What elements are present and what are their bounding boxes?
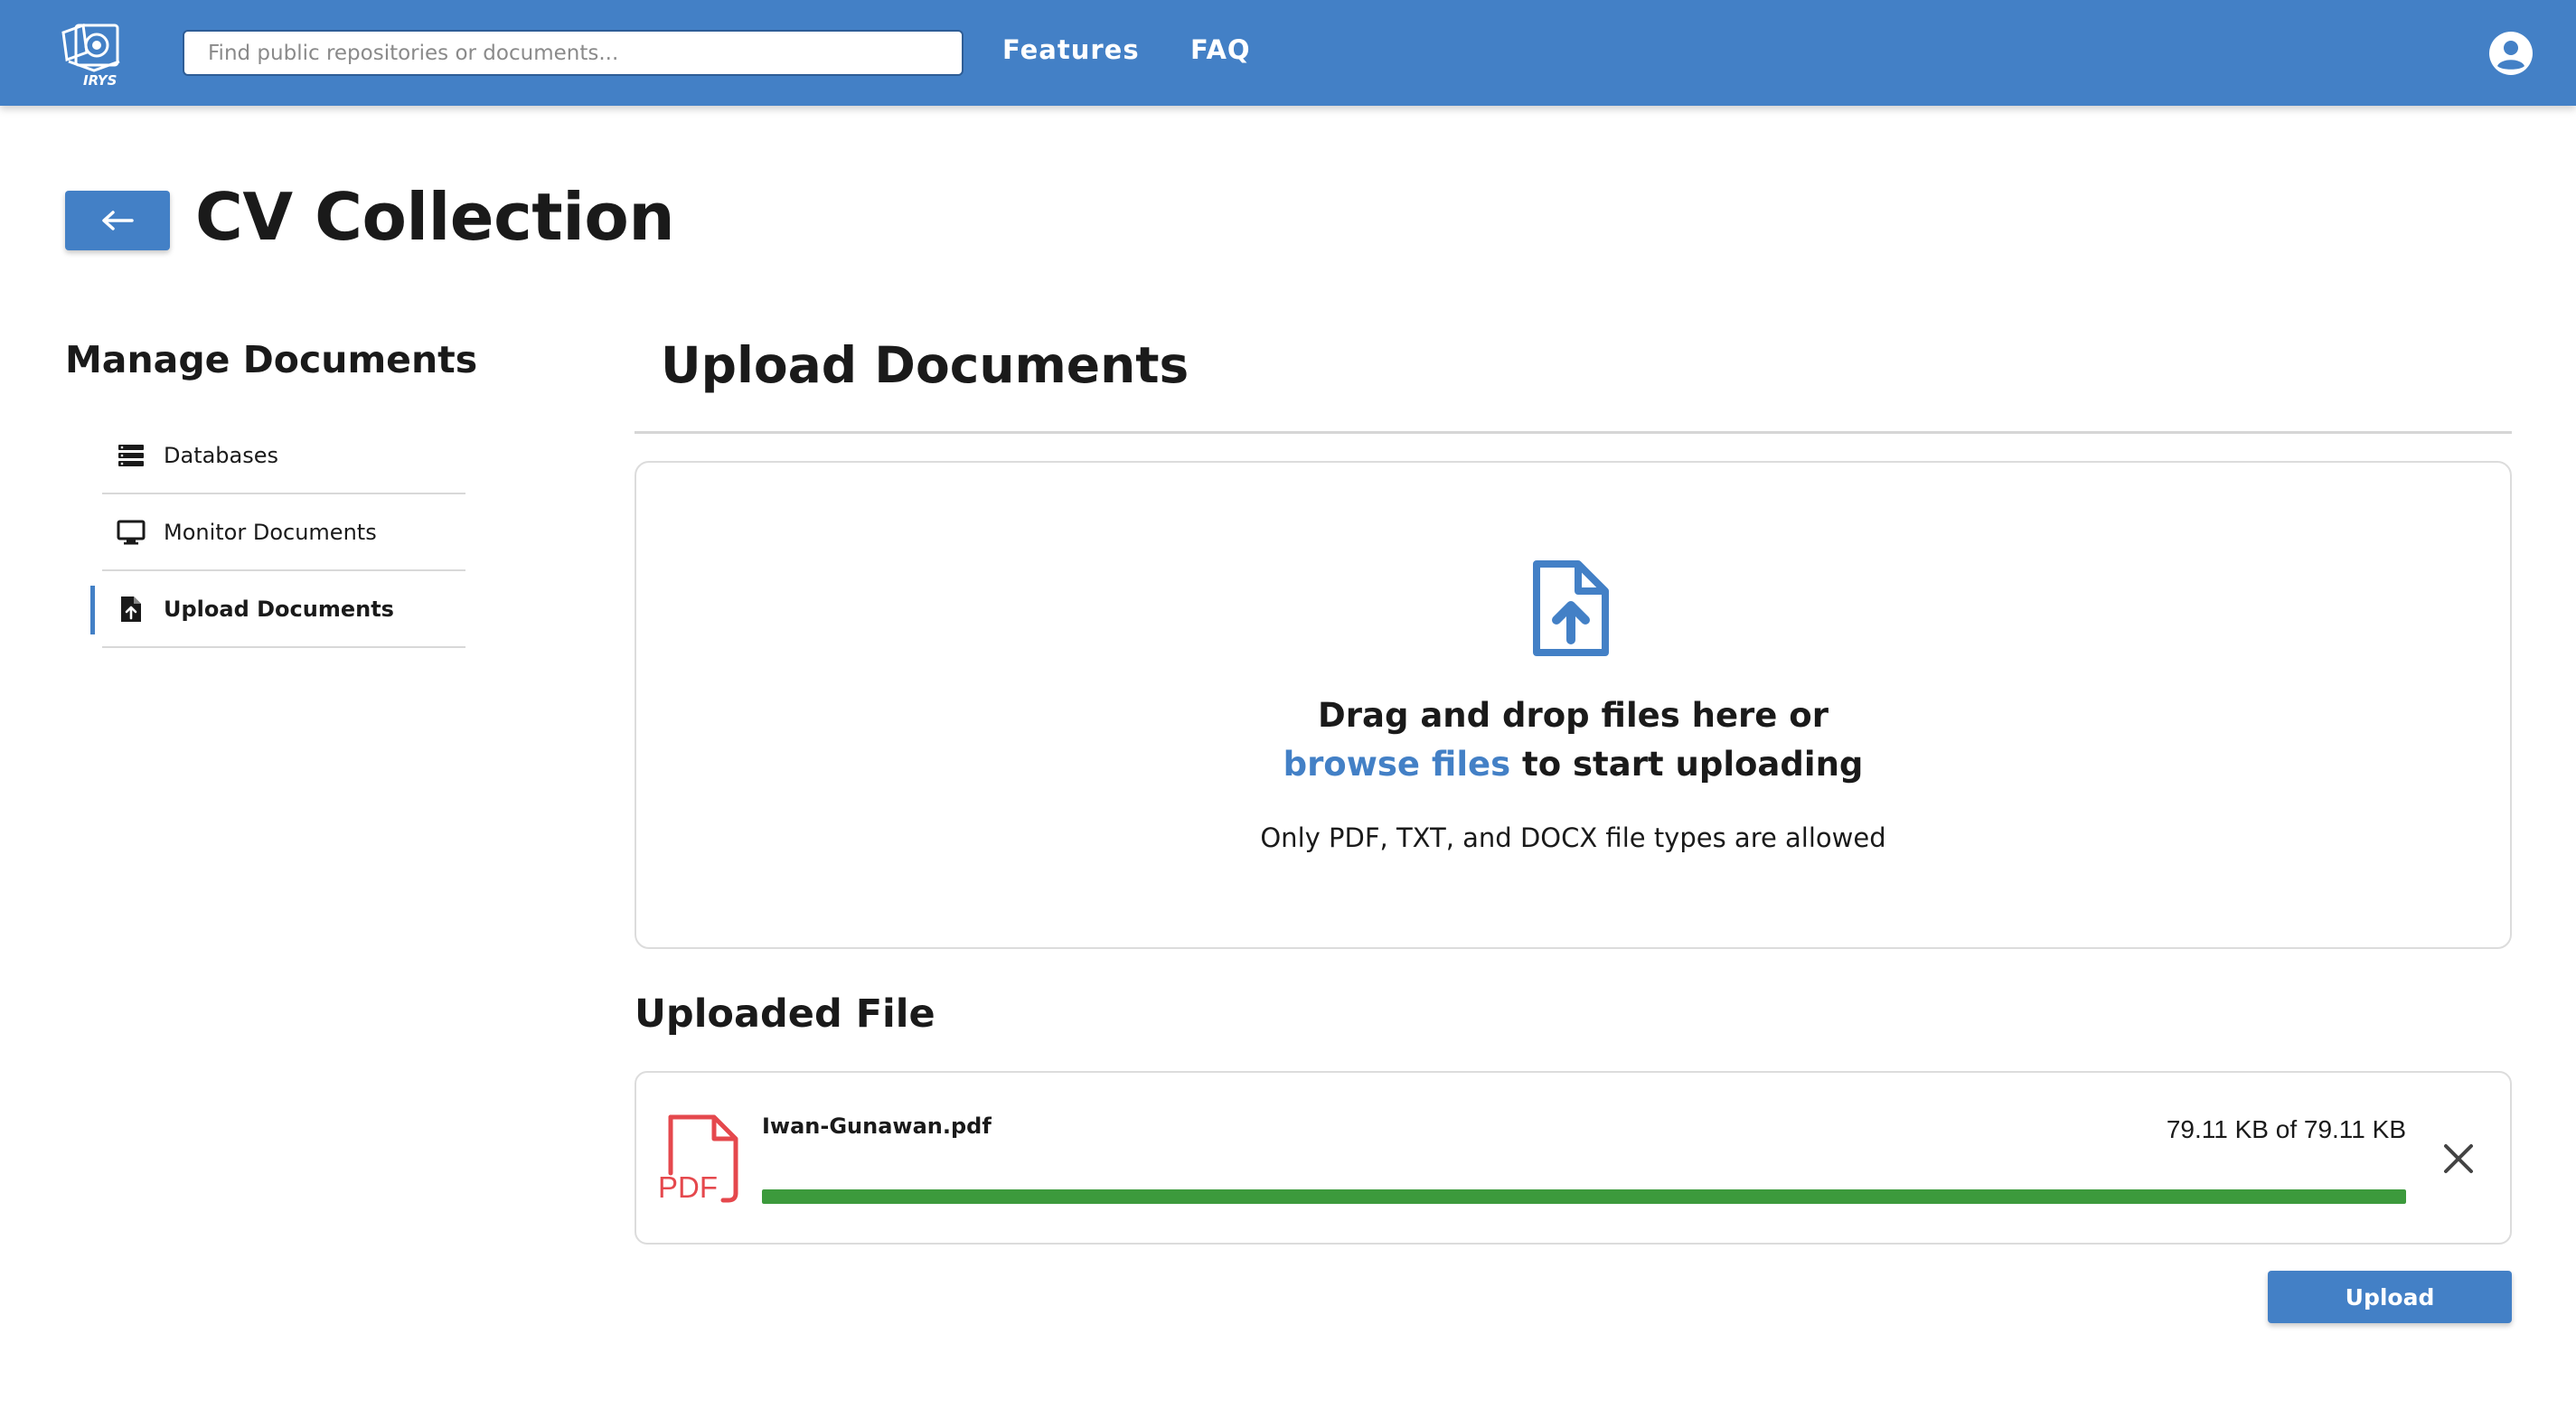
search-input[interactable] [183,30,964,76]
arrow-left-icon [102,211,134,230]
database-icon [117,441,146,470]
upload-progress-fill [762,1189,2406,1204]
dropzone-instruction-rest: to start uploading [1510,745,1864,784]
sidebar-item-label: Upload Documents [164,597,394,622]
divider [635,431,2512,434]
upload-progress-bar [762,1189,2406,1204]
file-upload-icon [117,595,146,624]
nav-link-features[interactable]: Features [1002,34,1140,70]
back-button[interactable] [65,191,170,250]
allowed-types-note: Only PDF, TXT, and DOCX file types are a… [1260,822,1886,853]
irys-logo[interactable]: IRYS [56,20,134,89]
file-size: 79.11 KB of 79.11 KB [2166,1115,2406,1143]
logo-text: IRYS [83,72,117,89]
uploaded-file-card [635,1071,2512,1245]
sidebar-item-label: Monitor Documents [164,520,377,545]
page-title: CV Collection [195,179,675,255]
monitor-icon [117,518,146,547]
sidebar-title: Manage Documents [65,338,478,381]
remove-file-button[interactable] [2440,1141,2477,1177]
sidebar-item-upload-documents[interactable]: Upload Documents [102,572,465,648]
file-upload-icon [1533,560,1609,656]
upload-button[interactable]: Upload [2268,1271,2512,1323]
top-navbar: IRYS Features FAQ [0,0,2576,106]
sidebar-item-databases[interactable]: Databases [102,418,465,494]
active-indicator [90,586,95,634]
sidebar-item-monitor-documents[interactable]: Monitor Documents [102,495,465,571]
pdf-file-icon: PDF [658,1114,738,1204]
section-title: Upload Documents [661,336,1189,394]
browse-files-link[interactable]: browse files [1283,745,1511,784]
uploaded-file-title: Uploaded File [635,991,935,1037]
dropzone-instruction-2: browse files to start uploading [635,745,2512,784]
file-name: Iwan-Gunawan.pdf [762,1113,992,1139]
nav-link-faq[interactable]: FAQ [1190,34,1251,70]
account-circle-icon[interactable] [2488,31,2534,76]
pdf-icon-label: PDF [658,1170,718,1204]
dropzone-instruction: Drag and drop files here or [1318,696,1829,735]
sidebar-item-label: Databases [164,443,279,468]
